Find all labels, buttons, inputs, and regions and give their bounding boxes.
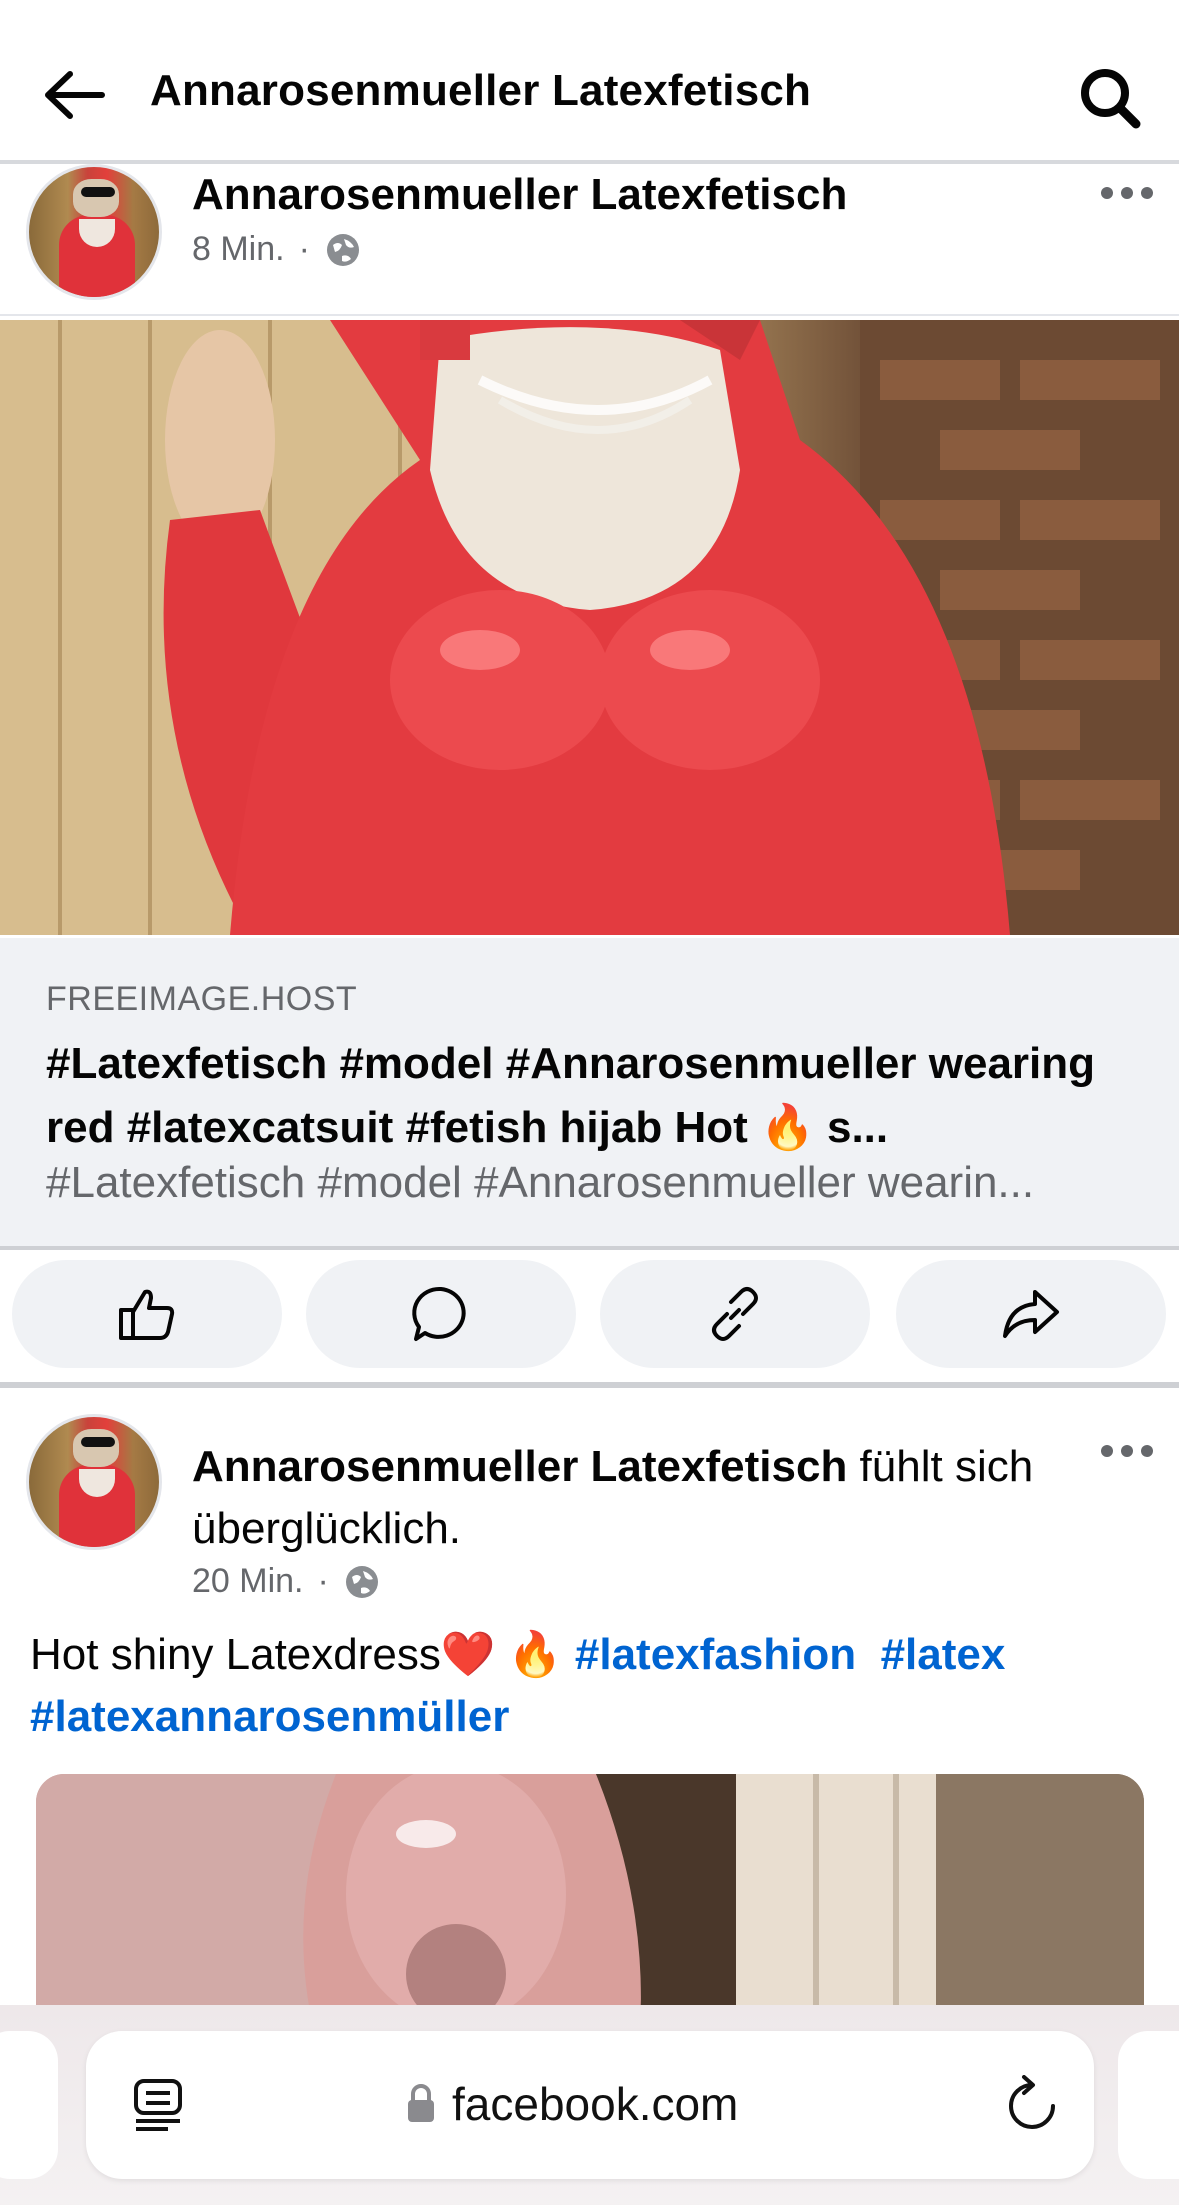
- reload-icon[interactable]: [1004, 2075, 1060, 2135]
- post-image-illustration: [0, 320, 1179, 935]
- link-title[interactable]: #Latexfetisch #model #Annarosenmueller w…: [46, 1032, 1136, 1160]
- share-icon: [1003, 1290, 1059, 1338]
- reader-icon[interactable]: [132, 2077, 184, 2133]
- post-header-text: Annarosenmueller Latexfetisch fühlt sich…: [192, 1436, 1052, 1560]
- copy-link-button[interactable]: [600, 1260, 870, 1368]
- more-horizontal-icon[interactable]: [1100, 186, 1154, 200]
- post-time[interactable]: 20 Min.: [192, 1562, 304, 1601]
- post-time[interactable]: 8 Min.: [192, 230, 285, 269]
- avatar[interactable]: [26, 1414, 162, 1550]
- hashtag-link[interactable]: #latexannarosenmüller: [30, 1692, 509, 1741]
- address-bar[interactable]: facebook.com: [86, 2031, 1094, 2179]
- post-body: Hot shiny Latexdress❤️ 🔥: [30, 1630, 575, 1679]
- globe-icon: [326, 233, 359, 266]
- meta-separator: ·: [298, 230, 310, 268]
- comment-icon: [412, 1286, 466, 1341]
- search-icon[interactable]: [1078, 66, 1142, 130]
- post-author[interactable]: Annarosenmueller Latexfetisch: [192, 170, 847, 220]
- link-icon: [712, 1287, 758, 1341]
- post-actions: [0, 1250, 1179, 1382]
- share-button[interactable]: [896, 1260, 1166, 1368]
- post-meta: 20 Min. ·: [192, 1562, 381, 1601]
- link-source: FREEIMAGE.HOST: [46, 980, 358, 1018]
- hashtag-link[interactable]: #latexfashion: [575, 1630, 856, 1679]
- globe-icon: [345, 1565, 378, 1598]
- lock-icon: [408, 2084, 434, 2122]
- post-image[interactable]: [0, 320, 1179, 935]
- hashtag-link[interactable]: #latex: [881, 1630, 1006, 1679]
- like-button[interactable]: [12, 1260, 282, 1368]
- thumbs-up-icon: [119, 1289, 175, 1340]
- page-title: Annarosenmueller Latexfetisch: [150, 66, 812, 115]
- url-text[interactable]: facebook.com: [452, 2077, 738, 2131]
- link-preview[interactable]: FREEIMAGE.HOST #Latexfetisch #model #Ann…: [0, 938, 1179, 1250]
- next-tab-peek[interactable]: [1118, 2031, 1179, 2179]
- post-author[interactable]: Annarosenmueller Latexfetisch: [192, 1442, 847, 1491]
- previous-tab-peek[interactable]: [0, 2031, 58, 2179]
- post-header: Annarosenmueller Latexfetisch 8 Min. ·: [0, 164, 1179, 316]
- more-horizontal-icon[interactable]: [1100, 1444, 1154, 1458]
- browser-bottom-bar: facebook.com: [0, 2005, 1179, 2205]
- arrow-left-icon[interactable]: [40, 70, 106, 120]
- post: Annarosenmueller Latexfetisch fühlt sich…: [0, 1388, 1179, 2074]
- link-description: #Latexfetisch #model #Annarosenmueller w…: [46, 1158, 1035, 1207]
- comment-button[interactable]: [306, 1260, 576, 1368]
- avatar[interactable]: [26, 164, 162, 300]
- top-bar: Annarosenmueller Latexfetisch: [0, 0, 1179, 164]
- post-text: Hot shiny Latexdress❤️ 🔥 #latexfashion #…: [30, 1624, 1150, 1748]
- meta-separator: ·: [317, 1562, 329, 1600]
- post-meta: 8 Min. ·: [192, 230, 362, 269]
